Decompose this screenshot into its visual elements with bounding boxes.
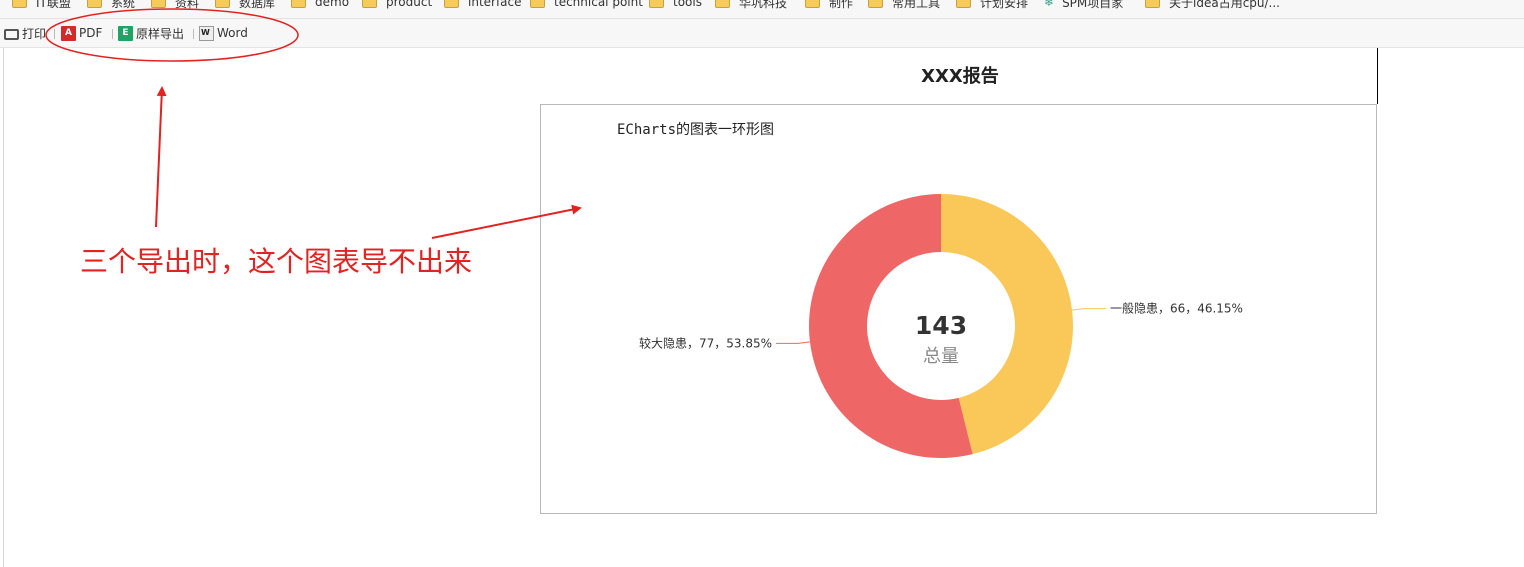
slice-label-1: 较大隐患，77，53.85% [639, 335, 772, 350]
report-title: XXX报告 [921, 66, 999, 87]
bookmark-interface[interactable]: interface [444, 0, 522, 11]
slice-label-0: 一般隐患，66，46.15% [1110, 301, 1243, 316]
folder-icon [151, 0, 166, 8]
chart-container: ECharts的图表一环形图 一般隐患，66，46.15% 较大隐患，77，53.… [540, 104, 1377, 514]
pdf-icon: A [61, 25, 76, 41]
export-toolbar: 打印 A PDF E 原样导出 W Word [0, 19, 1524, 48]
bookmark-demo[interactable]: demo [291, 0, 349, 11]
folder-icon [868, 0, 883, 8]
bookmark-idea-cpu[interactable]: 关于idea占用cpu/... [1145, 0, 1280, 11]
folder-icon [444, 0, 459, 8]
printer-icon [4, 28, 19, 40]
folder-icon [12, 0, 27, 8]
leader-line-0 [1071, 308, 1106, 311]
leader-line-1 [776, 341, 811, 344]
bookmark-tools[interactable]: tools [649, 0, 702, 11]
folder-icon [215, 0, 230, 8]
gear-icon: ❄ [1044, 0, 1055, 9]
center-total-label: 总量 [923, 346, 959, 367]
bookmark-materials[interactable]: 资料 [151, 0, 199, 11]
divider [193, 29, 194, 39]
bookmark-huagong[interactable]: 华巩科技 [715, 0, 787, 11]
pdf-export-button[interactable]: A PDF [61, 24, 102, 42]
folder-icon [805, 0, 820, 8]
bookmark-technical-point[interactable]: technical point [530, 0, 643, 11]
page-left-border [3, 48, 4, 567]
bookmark-common-tools[interactable]: 常用工具 [868, 0, 940, 11]
bookmark-spm[interactable]: ❄ SPM项目家 [1044, 0, 1123, 11]
folder-icon [87, 0, 102, 8]
excel-icon: E [118, 25, 133, 41]
word-icon: W [199, 25, 214, 41]
word-export-button[interactable]: W Word [199, 24, 248, 42]
folder-icon [956, 0, 971, 8]
original-export-button[interactable]: E 原样导出 [118, 24, 184, 42]
bookmark-make[interactable]: 制作 [805, 0, 853, 11]
bookmark-product[interactable]: product [362, 0, 432, 11]
folder-icon [715, 0, 730, 8]
page-right-border [1377, 48, 1378, 104]
donut-chart: 一般隐患，66，46.15% 较大隐患，77，53.85% 143 总量 [639, 194, 1243, 458]
folder-icon [291, 0, 306, 8]
center-total-value: 143 [915, 311, 967, 340]
folder-icon [1145, 0, 1160, 8]
bookmark-database[interactable]: 数据库 [215, 0, 275, 11]
bookmark-plan[interactable]: 计划安排 [956, 0, 1028, 11]
bookmarks-bar: IT联盟 系统 资料 数据库 demo product interface te… [0, 0, 1524, 19]
folder-icon [530, 0, 545, 8]
bookmark-it-union[interactable]: IT联盟 [12, 0, 71, 11]
bookmark-system[interactable]: 系统 [87, 0, 135, 11]
annotation-arrow-up [155, 86, 167, 228]
print-button[interactable]: 打印 [4, 24, 46, 42]
divider [112, 29, 113, 39]
divider [54, 29, 55, 39]
folder-icon [362, 0, 377, 8]
folder-icon [649, 0, 664, 8]
annotation-note: 三个导出时，这个图表导不出来 [80, 245, 473, 278]
